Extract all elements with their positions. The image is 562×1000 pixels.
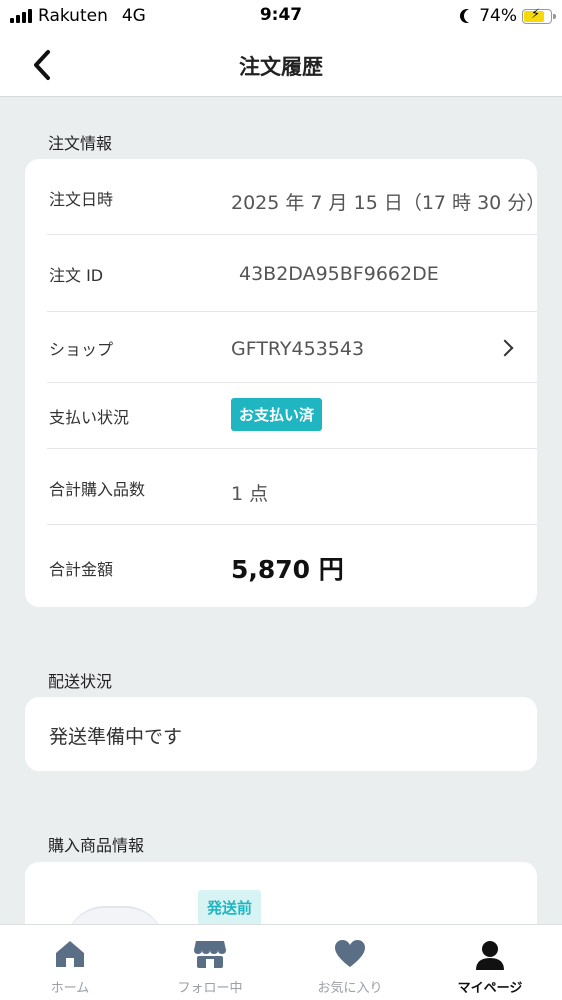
products-section-label: 購入商品情報 [48, 836, 145, 855]
tab-mypage-label: マイページ [457, 981, 523, 996]
order-id-label: 注文 ID [49, 266, 104, 285]
total-amount-value: 5,870 円 [231, 555, 344, 584]
order-id-row: 注文 ID 43B2DA95BF9662DE [47, 234, 537, 312]
delivery-section-label: 配送状況 [48, 672, 113, 691]
order-info-card: 注文日時 2025 年 7 月 15 日（17 時 30 分） 注文 ID 43… [25, 159, 546, 607]
shop-value: GFTRY453543 [231, 338, 365, 360]
tab-mypage[interactable]: マイページ [420, 925, 560, 1000]
tab-following[interactable]: フォロー中 [140, 925, 280, 1000]
chevron-right-icon [496, 339, 514, 357]
person-icon [476, 941, 504, 970]
tab-home[interactable]: ホーム [0, 925, 140, 1000]
navigation-bar: 注文履歴 [0, 34, 562, 97]
item-count-value: 1 点 [231, 483, 269, 505]
item-count-row: 合計購入品数 1 点 [47, 448, 537, 525]
shop-row[interactable]: ショップ GFTRY453543 [47, 311, 537, 383]
delivery-status-text: 発送準備中です [49, 726, 183, 748]
payment-status-label: 支払い状況 [49, 408, 130, 427]
heart-icon [335, 940, 365, 967]
shop-label: ショップ [49, 340, 114, 359]
tab-following-label: フォロー中 [177, 981, 243, 996]
status-right: 74% ⚡ [460, 6, 556, 26]
order-id-value: 43B2DA95BF9662DE [239, 263, 439, 285]
total-amount-label: 合計金額 [49, 560, 114, 579]
home-icon [56, 941, 84, 967]
total-amount-row: 合計金額 5,870 円 [47, 524, 537, 607]
order-date-value: 2025 年 7 月 15 日（17 時 30 分） [231, 192, 546, 214]
order-date-label: 注文日時 [49, 190, 114, 209]
payment-status-row: 支払い状況 お支払い済 [47, 382, 537, 449]
battery-icon: ⚡ [522, 7, 556, 24]
product-status-badge: 発送前 [198, 890, 262, 925]
store-icon [194, 941, 226, 968]
moon-icon [464, 9, 478, 23]
status-bar: Rakuten 4G 9:47 74% ⚡ [0, 0, 562, 34]
delivery-card: 発送準備中です [25, 697, 537, 771]
order-info-section-label: 注文情報 [48, 134, 113, 153]
tab-favorites[interactable]: お気に入り [280, 925, 420, 1000]
item-count-label: 合計購入品数 [49, 480, 146, 499]
order-date-row: 注文日時 2025 年 7 月 15 日（17 時 30 分） [47, 159, 546, 235]
battery-percent: 74% [479, 6, 517, 26]
payment-status-badge: お支払い済 [231, 398, 323, 431]
tab-home-label: ホーム [50, 981, 90, 996]
page-title: 注文履歴 [239, 55, 323, 79]
tab-favorites-label: お気に入り [317, 981, 383, 996]
bottom-tab-bar: ホーム フォロー中 お気に入り マイページ [0, 924, 562, 1000]
